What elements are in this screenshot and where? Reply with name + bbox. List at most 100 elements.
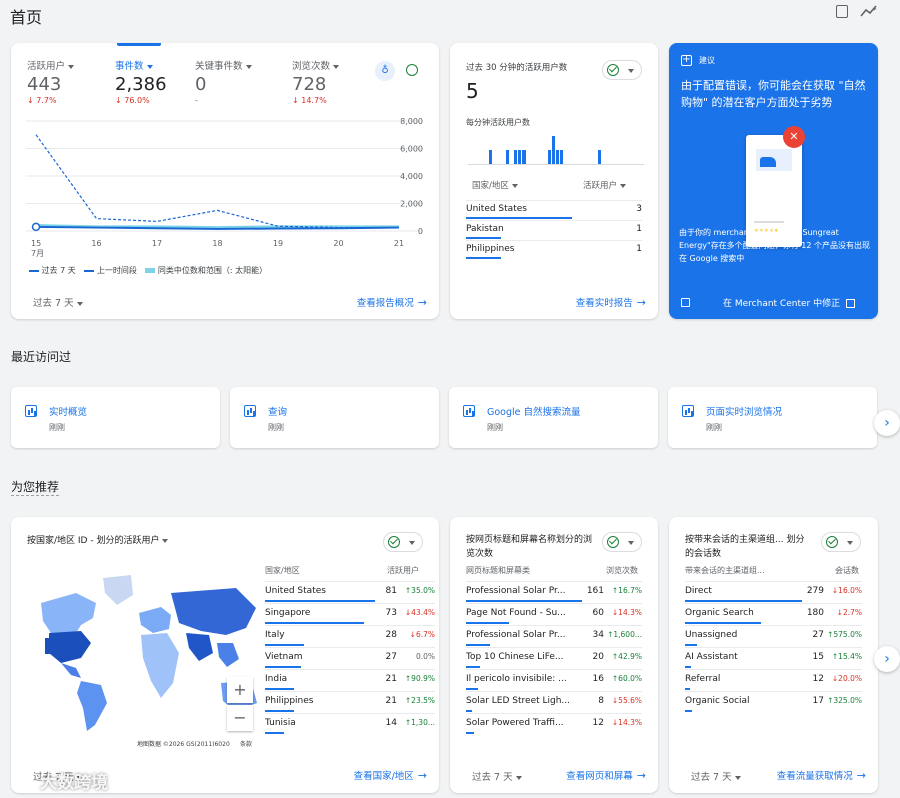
table-row[interactable]: Tunisia 14 ↑1,30... [265,713,435,735]
zoom-out-button[interactable]: − [227,705,253,731]
row-value: 21 [385,674,397,684]
row-value: 73 [385,608,397,618]
row-change: 2.7% [842,608,862,617]
row-share-bar [685,600,802,602]
bar-chart-icon [244,405,256,417]
recent-item[interactable]: 查询 刚刚 [230,387,439,448]
pages-card-title[interactable]: 按网页标题和屏幕名称划分的浏览次数 [466,533,594,561]
metric-label: 活跃用户 [27,61,66,72]
table-row[interactable]: AI Assistant 15 ↑15.4% [685,647,862,669]
y-tick-label: 0 [418,227,423,236]
table-row[interactable]: Organic Search 180 ↓2.7% [685,603,862,625]
row-value: 1 [636,244,642,254]
metric-tab-events[interactable]: 事件数 2,386 ↓ 76.0% [115,43,195,105]
metric-label: 浏览次数 [292,61,331,72]
chevron-right-icon[interactable]: › [874,410,900,436]
table-row[interactable]: Vietnam 27 0.0% [265,647,435,669]
view-countries-link[interactable]: 查看国家/地区 → [354,768,427,782]
table-row[interactable]: Page Not Found - Su... 60 ↓14.3% [466,603,642,625]
error-icon: ✕ [783,126,805,148]
suggestion-card: + 建议 由于配置错误，你可能会在获取 "自然购物" 的潜在客户方面处于劣势 ★… [669,43,878,319]
row-value: 28 [385,630,397,640]
suggestion-icon: + [681,54,692,66]
row-label: Professional Solar Pr... [466,586,566,596]
chevron-right-icon[interactable]: › [874,646,900,672]
row-label: Solar Powered Traffi... [466,718,564,728]
table-row[interactable]: Philippines 1 [466,240,642,260]
status-dropdown[interactable] [602,60,642,80]
metric-tab-views[interactable]: 浏览次数 728 ↓ 14.7% [292,58,372,105]
recent-item[interactable]: 页面实时浏览情况 刚刚 [668,387,877,448]
table-row[interactable]: Italy 28 ↓6.7% [265,625,435,647]
table-row[interactable]: Professional Solar Pr... 161 ↑16.7% [466,581,642,603]
period-select[interactable]: 过去 7 天 [33,295,83,309]
status-dropdown[interactable] [383,532,423,552]
country-card-title[interactable]: 按国家/地区 ID - 划分的活跃用户 [27,533,169,546]
table-row[interactable]: Direct 279 ↓16.0% [685,581,862,603]
recent-item[interactable]: Google 自然搜索流量 刚刚 [449,387,658,448]
compare-icon[interactable]: ♁ [375,61,395,81]
table-row[interactable]: Pakistan 1 [466,220,642,240]
row-change: 16.0% [838,586,862,595]
metric-value: 0 [195,74,207,95]
table-row[interactable]: Singapore 73 ↓43.4% [265,603,435,625]
fix-in-merchant-center-button[interactable]: 在 Merchant Center 中修正 [723,296,855,309]
col-header-metric: 会话数 [835,566,859,575]
recent-item[interactable]: 实时概览 刚刚 [11,387,220,448]
view-realtime-link[interactable]: 查看实时报告 → [576,295,646,309]
insights-icon[interactable]: ✦ [860,4,878,18]
table-row[interactable]: Philippines 21 ↑23.5% [265,691,435,713]
realtime-value: 5 [466,79,479,103]
row-change: 14.3% [618,718,642,727]
table-row[interactable]: Referral 12 ↓20.0% [685,669,862,691]
check-icon[interactable] [406,64,418,76]
row-change: 16.7% [618,586,642,595]
status-dropdown[interactable] [602,532,642,552]
map-terms-link[interactable]: 条款 [240,739,252,748]
zoom-in-button[interactable]: + [227,677,253,703]
row-change: 575.0% [833,630,862,639]
table-row[interactable]: United States 3 [466,200,642,220]
row-change: 325.0% [833,696,862,705]
period-select[interactable]: 过去 7 天 [691,769,741,783]
table-row[interactable]: Top 10 Chinese LiFe... 20 ↑42.9% [466,647,642,669]
row-share-bar [265,732,284,734]
row-share-bar [466,732,475,734]
metric-select[interactable]: 活跃用户 [583,179,627,191]
table-row[interactable]: Organic Social 17 ↑325.0% [685,691,862,713]
row-value: 21 [385,696,397,706]
view-pages-link[interactable]: 查看网页和屏幕 → [566,768,646,782]
edit-icon[interactable] [836,5,848,18]
table-row[interactable]: Solar LED Street Ligh... 8 ↓55.6% [466,691,642,713]
table-row[interactable]: India 21 ↑90.9% [265,669,435,691]
table-row[interactable]: Unassigned 27 ↑575.0% [685,625,862,647]
minute-bar [522,150,526,164]
row-share-bar [265,622,364,624]
table-row[interactable]: United States 81 ↑35.0% [265,581,435,603]
dimension-select[interactable]: 国家/地区 [472,179,518,191]
overview-card: 活跃用户 443 ↓ 7.7% 事件数 2,386 ↓ 76.0% 关键事件数 … [11,43,439,319]
metric-label: 事件数 [115,61,144,72]
table-row[interactable]: Il pericolo invisibile: ... 16 ↑60.0% [466,669,642,691]
country-card: 按国家/地区 ID - 划分的活跃用户 + − 地图数据 ©2026 GS(20… [11,517,439,793]
series-point [31,222,41,232]
metric-tab-key-events[interactable]: 关键事件数 0 - [195,58,275,105]
row-share-bar [466,237,502,239]
table-row[interactable]: Solar Powered Traffi... 12 ↓14.3% [466,713,642,735]
view-overview-link[interactable]: 查看报告概况 → [357,295,427,309]
x-tick-label: 16 [91,239,101,248]
x-tick-sublabel: 7月 [31,249,44,258]
row-change: 43.4% [411,608,435,617]
channel-card-title[interactable]: 按带来会话的主渠道组... 划分的会话数 [685,533,813,561]
metric-tab-active-users[interactable]: 活跃用户 443 ↓ 7.7% [27,58,107,105]
table-row[interactable]: Professional Solar Pr... 34 ↑1,600... [466,625,642,647]
row-label: Philippines [466,244,515,254]
metric-label: 关键事件数 [195,61,243,72]
row-change: 60.0% [618,674,642,683]
row-change: 0.0% [415,652,435,661]
expand-icon[interactable] [681,298,690,307]
status-dropdown[interactable] [821,532,861,552]
period-select[interactable]: 过去 7 天 [472,769,522,783]
view-acquisition-link[interactable]: 查看流量获取情况 → [777,768,866,782]
page-title: 首页 [10,8,43,27]
